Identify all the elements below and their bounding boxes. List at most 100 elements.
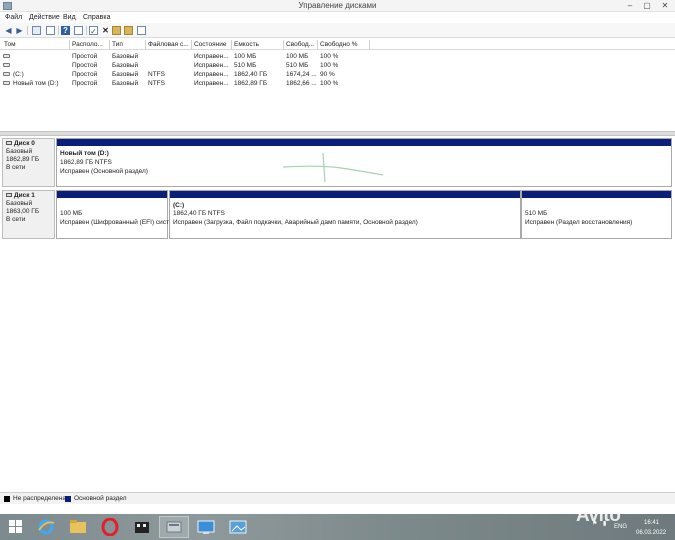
cell-type: Базовый [112, 71, 139, 78]
back-icon[interactable]: ◀ [4, 26, 13, 35]
legend-swatch-primary [65, 496, 71, 502]
col-capacity[interactable]: Емкость [234, 41, 282, 48]
properties-small-icon[interactable] [137, 26, 146, 35]
column-divider[interactable] [109, 40, 110, 49]
cell-layout: Простой [72, 80, 98, 87]
explore-icon[interactable] [124, 26, 133, 35]
open-icon[interactable] [112, 26, 121, 35]
column-divider[interactable] [283, 40, 284, 49]
file-explorer-icon [70, 520, 86, 533]
volume-row[interactable]: Простой Базовый Исправен... 510 МБ 510 М… [0, 61, 675, 70]
drive-icon [3, 72, 10, 76]
partition-status: Исправен (Шифрованный (EFI) сист [60, 219, 170, 226]
column-divider[interactable] [231, 40, 232, 49]
legend-bar: Не распределена Основной раздел [0, 492, 675, 504]
cell-layout: Простой [72, 62, 98, 69]
taskbar-app[interactable] [127, 516, 157, 538]
column-divider[interactable] [191, 40, 192, 49]
title-bar: Управление дисками – ▢ ✕ [0, 0, 675, 12]
cell-free-pct: 100 % [320, 62, 339, 69]
minimize-button[interactable]: – [621, 0, 639, 12]
help-icon[interactable]: ? [61, 26, 70, 35]
column-divider[interactable] [69, 40, 70, 49]
cell-capacity: 100 МБ [234, 53, 257, 60]
col-status[interactable]: Состояние [194, 41, 230, 48]
disk-icon [6, 193, 12, 198]
properties-icon[interactable] [74, 26, 83, 35]
cell-free: 1674,24 ... [286, 71, 317, 78]
menu-bar: Файл Действие Вид Справка [0, 12, 675, 23]
toolbar-separator [86, 26, 87, 35]
column-divider[interactable] [317, 40, 318, 49]
maximize-button[interactable]: ▢ [638, 0, 656, 12]
partition-size: 100 МБ [60, 210, 83, 217]
col-layout[interactable]: Располо... [72, 41, 108, 48]
col-type[interactable]: Тип [112, 41, 144, 48]
window-title: Управление дисками [298, 1, 377, 10]
cell-type: Базовый [112, 62, 139, 69]
col-free[interactable]: Свобод... [286, 41, 316, 48]
close-button[interactable]: ✕ [656, 0, 674, 12]
remote-desktop-icon [197, 520, 215, 534]
partition-title: (C:) [173, 202, 185, 209]
opera-icon [101, 517, 119, 537]
partition-efi[interactable]: 100 МБ Исправен (Шифрованный (EFI) сист [56, 190, 170, 239]
partition-c[interactable]: (C:) 1862,40 ГБ NTFS Исправен (Загрузка,… [169, 190, 521, 239]
partition-status: Исправен (Загрузка, Файл подкачки, Авари… [173, 219, 418, 226]
taskbar-app[interactable] [159, 516, 189, 538]
clock-time[interactable]: 16:41 [644, 520, 659, 526]
taskbar-app[interactable] [191, 516, 221, 538]
column-divider[interactable] [145, 40, 146, 49]
partition-size: 510 МБ [525, 210, 548, 217]
partition-d[interactable]: Новый том (D:) 1862,89 ГБ NTFS Исправен … [56, 138, 672, 187]
delete-icon[interactable]: ✕ [101, 26, 110, 35]
disk-management-icon [166, 521, 182, 533]
primary-partition-bar [170, 191, 520, 198]
legend-swatch-unallocated [4, 496, 10, 502]
menu-file[interactable]: Файл [5, 14, 22, 21]
volume-list: Том Располо... Тип Файловая с... Состоян… [0, 39, 675, 131]
disk-0-info[interactable]: Диск 0 Базовый 1862,89 ГБ В сети [2, 138, 55, 187]
taskbar-app[interactable] [95, 516, 125, 538]
partition-recovery[interactable]: 510 МБ Исправен (Раздел восстановления) [521, 190, 672, 239]
cell-free: 100 МБ [286, 53, 309, 60]
disk-map-panel: Диск 0 Базовый 1862,89 ГБ В сети Новый т… [0, 136, 675, 492]
partition-title: Новый том (D:) [60, 150, 109, 157]
col-volume[interactable]: Том [4, 41, 68, 48]
volume-row[interactable]: Новый том (D:) Простой Базовый NTFS Испр… [0, 79, 675, 88]
cell-filesystem: NTFS [148, 80, 165, 87]
disk-1-info[interactable]: Диск 1 Базовый 1863,00 ГБ В сети [2, 190, 55, 239]
disk-state: В сети [6, 216, 26, 223]
taskbar-app[interactable] [223, 516, 253, 538]
properties-sheet-icon[interactable]: ✓ [89, 26, 98, 36]
taskbar-app[interactable] [31, 516, 61, 538]
windows-logo-icon [9, 520, 22, 533]
view-icon[interactable] [46, 26, 55, 35]
menu-help[interactable]: Справка [83, 14, 110, 21]
disk-size: 1862,89 ГБ [6, 156, 40, 163]
drive-icon [3, 63, 10, 67]
primary-partition-bar [57, 139, 671, 146]
disk-state: В сети [6, 164, 26, 171]
forward-icon[interactable]: ▶ [15, 26, 24, 35]
volume-row[interactable]: Простой Базовый Исправен... 100 МБ 100 М… [0, 52, 675, 61]
start-button[interactable] [1, 516, 31, 538]
taskbar: ⚑ ▮ ENG 16:41 06.03.2022 [0, 514, 675, 540]
menu-view[interactable]: Вид [63, 14, 76, 21]
menu-action[interactable]: Действие [29, 14, 60, 21]
volume-row[interactable]: (C:) Простой Базовый NTFS Исправен... 18… [0, 70, 675, 79]
taskbar-app[interactable] [63, 516, 93, 538]
column-divider[interactable] [369, 40, 370, 49]
cell-layout: Простой [72, 53, 98, 60]
partition-size: 1862,40 ГБ NTFS [173, 210, 225, 217]
col-filesystem[interactable]: Файловая с... [148, 41, 190, 48]
clock-date[interactable]: 06.03.2022 [636, 530, 666, 536]
cell-filesystem: NTFS [148, 71, 165, 78]
console-tree-icon[interactable] [32, 26, 41, 35]
disk-name: Диск 1 [14, 192, 35, 199]
drive-icon [3, 54, 10, 58]
col-free-pct[interactable]: Свободно % [320, 41, 368, 48]
partition-status: Исправен (Основной раздел) [60, 168, 148, 175]
volume-list-header: Том Располо... Тип Файловая с... Состоян… [0, 40, 675, 50]
partition-status: Исправен (Раздел восстановления) [525, 219, 633, 226]
